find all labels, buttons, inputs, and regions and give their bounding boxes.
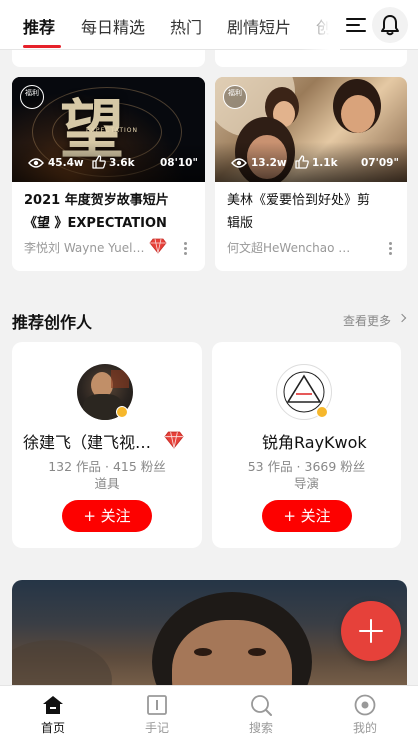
tab-profile[interactable]: 我的 <box>325 686 405 741</box>
tab-daily-picks[interactable]: 每日精选 <box>81 14 145 38</box>
video-title[interactable]: 美林《爱要恰到好处》剪 辑版 <box>227 189 397 235</box>
home-icon <box>43 696 63 714</box>
notebook-icon <box>147 695 167 715</box>
video-thumbnail[interactable]: 福利 13.2w 1.1k 07'09" <box>215 77 407 182</box>
video-card[interactable]: 福利 13.2w 1.1k 07'09" 美林《爱要恰到好处》剪 辑版 何文超H… <box>215 77 407 271</box>
tab-search[interactable]: 搜索 <box>221 686 301 741</box>
more-options-icon[interactable] <box>389 242 392 257</box>
eye-icon <box>231 158 247 168</box>
welfare-badge: 福利 <box>223 85 247 109</box>
tab-notes[interactable]: 手记 <box>117 686 197 741</box>
duration: 07'09" <box>361 157 399 169</box>
diamond-badge-icon <box>164 431 184 449</box>
creator-card[interactable]: 徐建飞（建飞视… 132 作品 · 415 粉丝 道具 + 关注 <box>12 342 202 548</box>
creator-name[interactable]: 锐角RayKwok <box>262 429 367 453</box>
duration: 08'10" <box>160 157 198 169</box>
create-post-button[interactable] <box>341 601 401 661</box>
see-more-link[interactable]: 查看更多 <box>343 312 391 329</box>
verified-badge-icon <box>316 406 328 418</box>
section-title: 推荐创作人 <box>12 313 93 332</box>
follow-button[interactable]: + 关注 <box>262 500 352 532</box>
creator-role: 道具 <box>94 476 120 491</box>
diamond-badge-icon <box>149 238 167 254</box>
verified-badge-icon <box>116 406 128 418</box>
chevron-right-icon[interactable] <box>397 313 407 323</box>
bell-icon <box>381 15 399 36</box>
author-name[interactable]: 李悦刘 Wayne Yueli… <box>24 239 146 256</box>
profile-icon <box>354 694 376 716</box>
view-count: 45.4w <box>48 157 84 169</box>
tab-drama-shorts[interactable]: 剧情短片 <box>227 14 291 38</box>
creator-card[interactable]: 锐角RayKwok 53 作品 · 3669 粉丝 导演 + 关注 <box>212 342 401 548</box>
tabs-fade <box>300 0 340 50</box>
poster-subtitle: EXPECTATION <box>86 127 138 134</box>
tab-popular[interactable]: 热门 <box>170 14 202 38</box>
previous-card-left <box>12 50 205 67</box>
menu-icon[interactable] <box>346 16 366 34</box>
welfare-badge: 福利 <box>20 85 44 109</box>
top-nav: 推荐 每日精选 热门 剧情短片 创意 <box>0 0 418 50</box>
eye-icon <box>28 158 44 168</box>
search-icon <box>251 695 272 716</box>
creator-name[interactable]: 徐建飞（建飞视… <box>23 429 151 453</box>
author-name[interactable]: 何文超HeWenchao … <box>227 239 357 256</box>
notification-button[interactable] <box>372 7 408 43</box>
view-count: 13.2w <box>251 157 287 169</box>
video-title[interactable]: 2021 年度贺岁故事短片 《望 》EXPECTATION <box>24 189 194 235</box>
video-card[interactable]: 望 EXPECTATION 福利 45.4w 3.6k 08'10" 2021 … <box>12 77 205 271</box>
active-tab-indicator <box>23 45 61 48</box>
video-thumbnail[interactable]: 望 EXPECTATION 福利 45.4w 3.6k 08'10" <box>12 77 205 182</box>
creator-role: 导演 <box>293 476 319 491</box>
like-count: 3.6k <box>109 157 135 169</box>
thumbs-up-icon <box>92 155 106 169</box>
bottom-tab-bar: 首页 手记 搜索 我的 <box>0 685 418 741</box>
thumbs-up-icon <box>295 155 309 169</box>
tab-home[interactable]: 首页 <box>13 686 93 741</box>
follow-button[interactable]: + 关注 <box>62 500 152 532</box>
tab-recommend[interactable]: 推荐 <box>23 14 55 38</box>
previous-card-right <box>215 50 407 67</box>
category-tabs: 推荐 每日精选 热门 剧情短片 创意 <box>0 0 340 50</box>
like-count: 1.1k <box>312 157 338 169</box>
more-options-icon[interactable] <box>184 242 187 257</box>
